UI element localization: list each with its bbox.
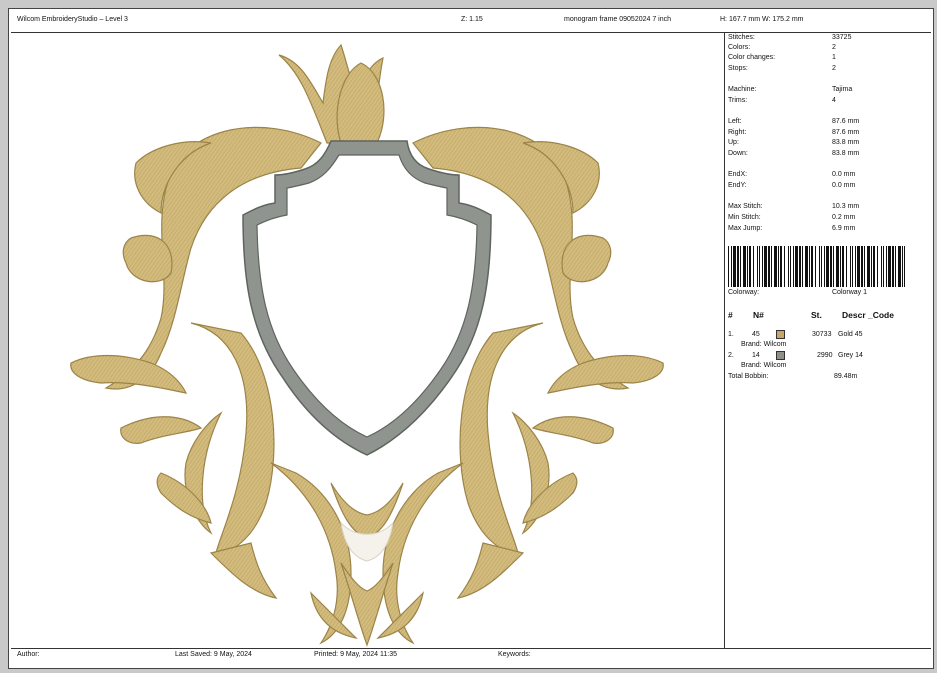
barcode-bar [864, 246, 865, 287]
barcode-bar [836, 246, 839, 287]
barcode-bar [731, 246, 732, 287]
barcode-bar [824, 246, 825, 287]
barcode-bar [826, 246, 829, 287]
barcode [728, 246, 905, 287]
barcode-bar [737, 246, 739, 287]
barcode-bar [833, 246, 834, 287]
barcode-bar [778, 246, 779, 287]
barcode-bar [809, 246, 810, 287]
embroidery-design-image [70, 43, 664, 647]
barcode-bar [821, 246, 822, 287]
design-filename: monogram frame 09052024 7 inch [564, 16, 672, 23]
design-preview [11, 33, 723, 647]
stat-row: Min Stitch: 0.2 mm [728, 214, 856, 221]
last-saved: Last Saved: 9 May, 2024 [175, 651, 252, 658]
barcode-bar [855, 246, 856, 287]
stat-row: Trims: 4 [728, 97, 836, 104]
stat-row: EndY: 0.0 mm [728, 182, 856, 189]
barcode-bar [764, 246, 767, 287]
stat-row: Machine: Tajima [728, 86, 853, 93]
stat-row: Right: 87.6 mm [728, 129, 860, 136]
color-swatch [776, 330, 785, 339]
barcode-bar [757, 246, 758, 287]
barcode-bar [850, 246, 851, 287]
info-panel-divider [724, 32, 725, 648]
barcode-bar [888, 246, 891, 287]
barcode-bar [762, 246, 763, 287]
barcode-bar [753, 246, 754, 287]
barcode-bar [747, 246, 748, 287]
barcode-bar [871, 246, 872, 287]
barcode-bar [881, 246, 882, 287]
keywords-label: Keywords: [498, 651, 531, 658]
barcode-bar [902, 246, 903, 287]
barcode-bar [771, 246, 772, 287]
stat-row: Color changes: 1 [728, 54, 836, 61]
col-header-description: Descr _Code [842, 310, 894, 320]
barcode-bar [728, 246, 729, 287]
col-header-index: # [728, 310, 733, 320]
barcode-bar [793, 246, 794, 287]
zoom-level: Z: 1.15 [461, 16, 483, 23]
barcode-bar [877, 246, 878, 287]
color-swatch [776, 351, 785, 360]
barcode-bar [802, 246, 803, 287]
barcode-bar [811, 246, 813, 287]
barcode-bar [904, 246, 905, 287]
barcode-bar [898, 246, 901, 287]
barcode-bar [852, 246, 853, 287]
author-label: Author: [17, 651, 40, 658]
barcode-bar [861, 246, 863, 287]
barcode-bar [740, 246, 741, 287]
barcode-bar [795, 246, 798, 287]
stat-row: Max Jump: 6.9 mm [728, 225, 856, 232]
barcode-bar [815, 246, 816, 287]
design-size: H: 167.7 mm W: 175.2 mm [720, 16, 804, 23]
print-preview-sheet: Wilcom EmbroideryStudio – Level 3 Z: 1.1… [8, 8, 934, 669]
barcode-bar [883, 246, 884, 287]
barcode-bar [842, 246, 844, 287]
barcode-bar [743, 246, 746, 287]
total-bobbin-row: Total Bobbin: 89.48m [728, 373, 858, 380]
stat-row: Colors: 2 [728, 44, 836, 51]
barcode-bar [733, 246, 736, 287]
printed-date: Printed: 9 May, 2024 11:35 [314, 651, 398, 658]
barcode-bar [892, 246, 894, 287]
barcode-bar [788, 246, 789, 287]
barcode-bar [840, 246, 841, 287]
footer-divider [11, 648, 931, 649]
barcode-bar [774, 246, 777, 287]
colorway-row: Colorway: Colorway 1 [728, 289, 868, 296]
barcode-bar [819, 246, 820, 287]
barcode-bar [784, 246, 785, 287]
stat-row: EndX: 0.0 mm [728, 171, 856, 178]
barcode-bar [873, 246, 875, 287]
barcode-bar [780, 246, 782, 287]
barcode-bar [846, 246, 847, 287]
barcode-bar [830, 246, 832, 287]
barcode-bar [895, 246, 896, 287]
stat-row: Stitches: 33725 [728, 34, 852, 41]
barcode-bar [749, 246, 751, 287]
barcode-bar [805, 246, 808, 287]
barcode-bar [768, 246, 770, 287]
barcode-bar [790, 246, 791, 287]
stat-row: Left: 87.6 mm [728, 118, 860, 125]
stat-row: Down: 83.8 mm [728, 150, 860, 157]
barcode-bar [759, 246, 760, 287]
barcode-bar [857, 246, 860, 287]
barcode-bar [867, 246, 870, 287]
stat-row: Up: 83.8 mm [728, 139, 860, 146]
col-header-number: N# [753, 310, 764, 320]
stat-row: Max Stitch: 10.3 mm [728, 203, 860, 210]
stat-row: Stops: 2 [728, 65, 836, 72]
barcode-bar [799, 246, 801, 287]
app-title: Wilcom EmbroideryStudio – Level 3 [17, 16, 128, 23]
col-header-stitches: St. [811, 310, 822, 320]
barcode-bar [886, 246, 887, 287]
